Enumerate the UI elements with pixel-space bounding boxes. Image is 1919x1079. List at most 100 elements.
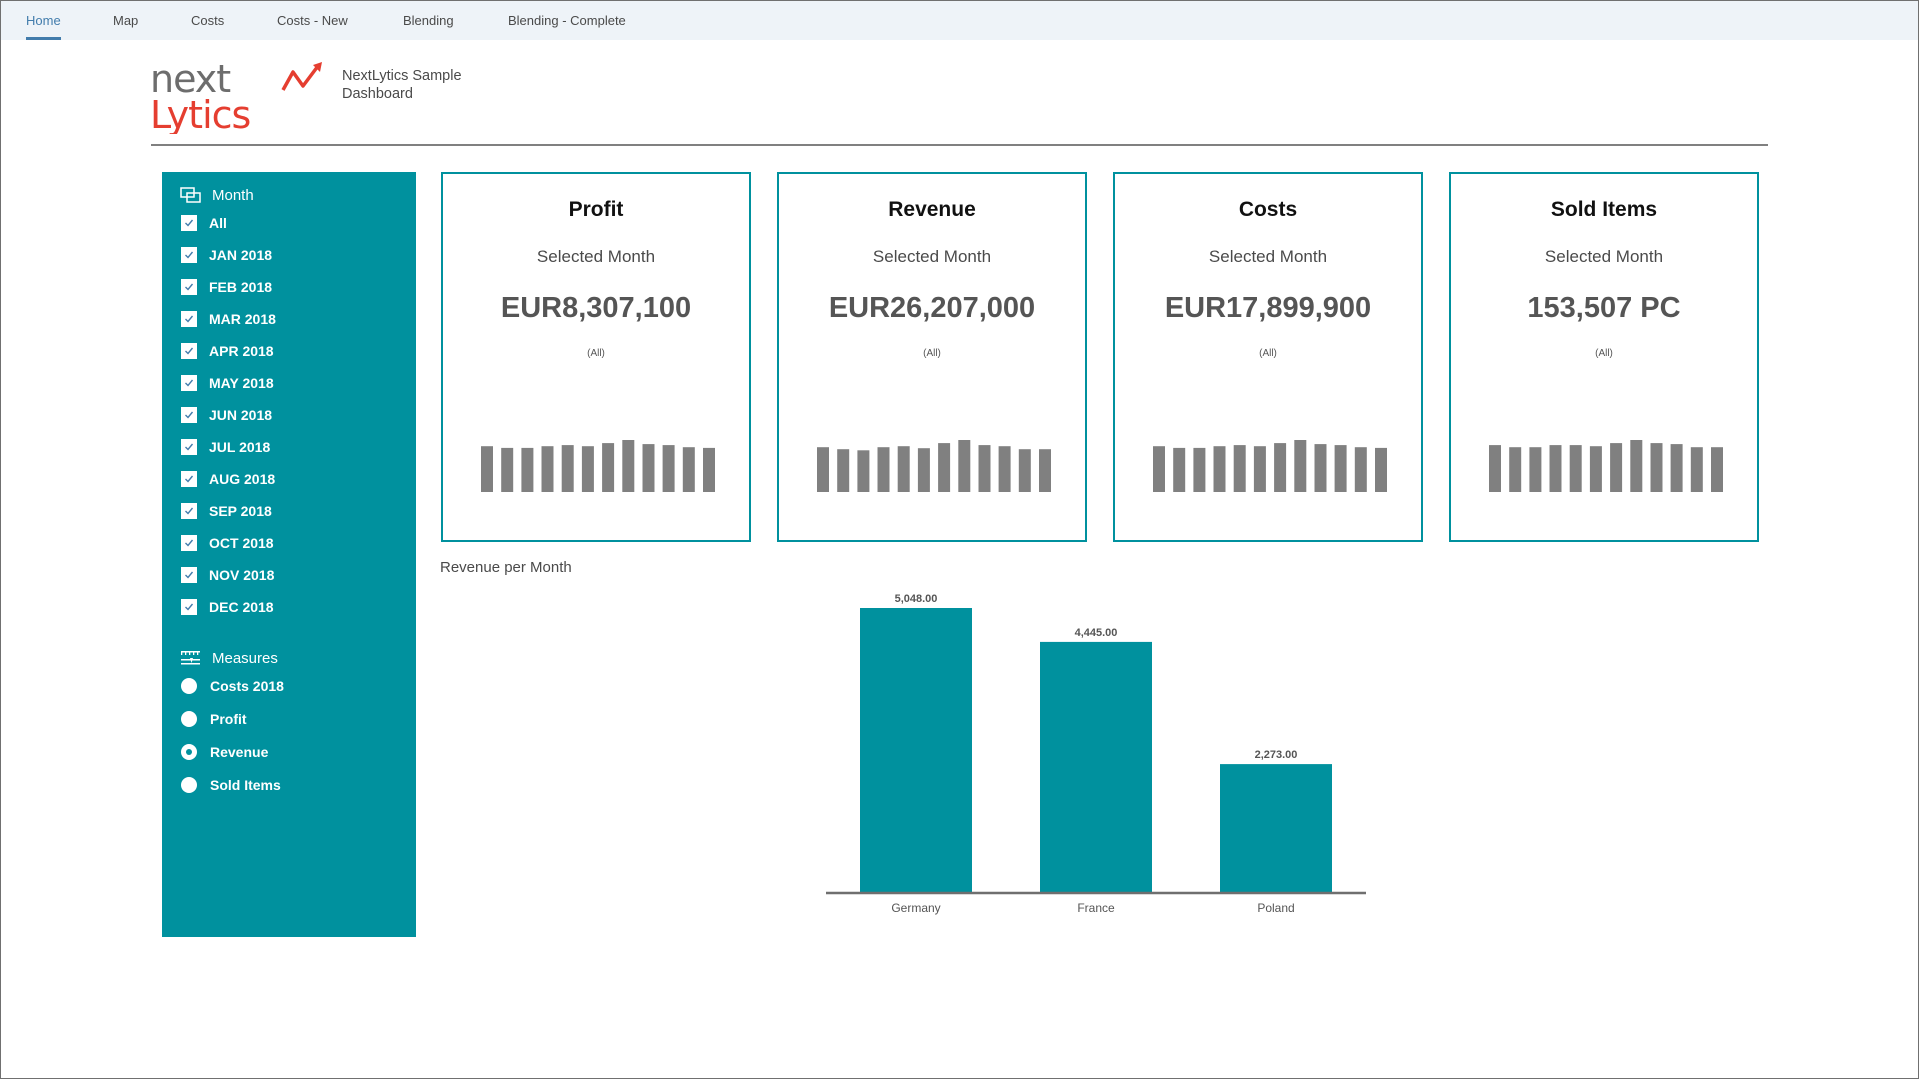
sparkline-bar[interactable]	[1569, 445, 1582, 492]
checkbox[interactable]	[181, 471, 197, 487]
month-checkbox-item[interactable]: MAY 2018	[181, 374, 274, 392]
sparkline-bar[interactable]	[1213, 446, 1226, 492]
month-checkbox-item[interactable]: All	[181, 214, 227, 232]
sparkline-chart	[481, 440, 715, 492]
sparkline-bar[interactable]	[1670, 444, 1683, 492]
sparkline-bar[interactable]	[481, 446, 493, 492]
month-checkbox-item[interactable]: JUL 2018	[181, 438, 270, 456]
sparkline-bar[interactable]	[602, 443, 615, 492]
chart-bar[interactable]	[1040, 641, 1152, 892]
checkbox[interactable]	[181, 343, 197, 359]
kpi-card-sold-items[interactable]: Sold Items Selected Month 153,507 PC (All)	[1449, 172, 1759, 542]
checkmark-icon	[185, 411, 194, 419]
checkbox[interactable]	[181, 439, 197, 455]
sparkline-bar[interactable]	[817, 447, 829, 492]
sparkline-bar[interactable]	[1173, 447, 1186, 492]
sparkline-bar[interactable]	[1690, 447, 1703, 492]
sparkline-bar[interactable]	[1489, 445, 1501, 492]
sparkline-bar[interactable]	[938, 443, 951, 492]
radio-button[interactable]	[181, 678, 197, 694]
sparkline-bar[interactable]	[1193, 447, 1206, 492]
sparkline-bar[interactable]	[1650, 443, 1663, 492]
tab-blending-complete[interactable]: Blending - Complete	[508, 1, 626, 40]
sparkline-bar[interactable]	[877, 447, 890, 492]
sparkline-bar[interactable]	[662, 445, 675, 492]
sparkline-bar[interactable]	[581, 446, 594, 492]
sparkline-bar[interactable]	[1039, 449, 1051, 492]
measure-radio-item[interactable]: Revenue	[181, 743, 268, 761]
sparkline-bar[interactable]	[1549, 445, 1562, 492]
sparkline-bar[interactable]	[521, 447, 534, 492]
sparkline-bar[interactable]	[1018, 449, 1031, 492]
sparkline-bar[interactable]	[703, 447, 715, 492]
sparkline-bar[interactable]	[917, 448, 930, 492]
sparkline-bar[interactable]	[1233, 445, 1246, 492]
month-checkbox-item[interactable]: JUN 2018	[181, 406, 272, 424]
sparkline-bar[interactable]	[1274, 443, 1287, 492]
checkbox[interactable]	[181, 535, 197, 551]
month-checkbox-item[interactable]: APR 2018	[181, 342, 274, 360]
month-checkbox-item[interactable]: JAN 2018	[181, 246, 272, 264]
sparkline-bar[interactable]	[1153, 446, 1165, 492]
sparkline-bar[interactable]	[1294, 440, 1307, 492]
sparkline-bar[interactable]	[958, 440, 971, 492]
sparkline-bar[interactable]	[541, 446, 554, 492]
kpi-card-costs[interactable]: Costs Selected Month EUR17,899,900 (All)	[1113, 172, 1423, 542]
month-checkbox-item[interactable]: MAR 2018	[181, 310, 276, 328]
checkbox[interactable]	[181, 599, 197, 615]
checkbox[interactable]	[181, 279, 197, 295]
radio-button[interactable]	[181, 744, 197, 760]
sparkline-bar[interactable]	[501, 447, 514, 492]
sparkline-bar[interactable]	[837, 449, 850, 492]
month-checkbox-item[interactable]: NOV 2018	[181, 566, 274, 584]
sparkline-bar[interactable]	[1314, 444, 1327, 492]
checkbox[interactable]	[181, 247, 197, 263]
month-checkbox-item[interactable]: FEB 2018	[181, 278, 272, 296]
measure-radio-item[interactable]: Sold Items	[181, 776, 281, 794]
sparkline-bar[interactable]	[1711, 447, 1723, 492]
month-checkbox-item[interactable]: SEP 2018	[181, 502, 272, 520]
sparkline-bar[interactable]	[897, 446, 910, 492]
checkmark-icon	[185, 507, 194, 515]
chart-bar[interactable]	[1220, 764, 1332, 892]
sparkline-bar[interactable]	[642, 444, 655, 492]
chart-bar[interactable]	[860, 608, 972, 892]
measure-radio-item[interactable]: Profit	[181, 710, 247, 728]
checkbox[interactable]	[181, 407, 197, 423]
sparkline-bar[interactable]	[1375, 447, 1387, 492]
sparkline-bar[interactable]	[1334, 445, 1347, 492]
sparkline-bar[interactable]	[857, 450, 870, 492]
radio-button[interactable]	[181, 711, 197, 727]
sparkline-bar[interactable]	[1630, 440, 1643, 492]
month-checkbox-item[interactable]: OCT 2018	[181, 534, 274, 552]
kpi-subtitle: Selected Month	[872, 247, 992, 266]
tab-costs[interactable]: Costs	[191, 1, 224, 40]
checkbox[interactable]	[181, 375, 197, 391]
sparkline-bar[interactable]	[622, 440, 635, 492]
tab-costs-new[interactable]: Costs - New	[277, 1, 348, 40]
month-checkbox-item[interactable]: AUG 2018	[181, 470, 275, 488]
kpi-card-profit[interactable]: Profit Selected Month EUR8,307,100 (All)	[441, 172, 751, 542]
month-label: APR 2018	[209, 343, 274, 359]
checkbox[interactable]	[181, 567, 197, 583]
measure-radio-item[interactable]: Costs 2018	[181, 677, 284, 695]
sparkline-bar[interactable]	[1529, 447, 1542, 492]
tab-blending[interactable]: Blending	[403, 1, 454, 40]
checkbox[interactable]	[181, 311, 197, 327]
sparkline-bar[interactable]	[1589, 446, 1602, 492]
tab-map[interactable]: Map	[113, 1, 138, 40]
sparkline-bar[interactable]	[561, 445, 574, 492]
sparkline-bar[interactable]	[1354, 447, 1367, 492]
sparkline-bar[interactable]	[1253, 446, 1266, 492]
sparkline-bar[interactable]	[978, 445, 991, 492]
sparkline-bar[interactable]	[1610, 443, 1623, 492]
month-checkbox-item[interactable]: DEC 2018	[181, 598, 274, 616]
checkbox[interactable]	[181, 503, 197, 519]
kpi-card-revenue[interactable]: Revenue Selected Month EUR26,207,000 (All)	[777, 172, 1087, 542]
tab-home[interactable]: Home	[26, 1, 61, 40]
sparkline-bar[interactable]	[682, 447, 695, 492]
sparkline-bar[interactable]	[998, 446, 1011, 492]
checkbox[interactable]	[181, 215, 197, 231]
radio-button[interactable]	[181, 777, 197, 793]
sparkline-bar[interactable]	[1509, 447, 1522, 492]
